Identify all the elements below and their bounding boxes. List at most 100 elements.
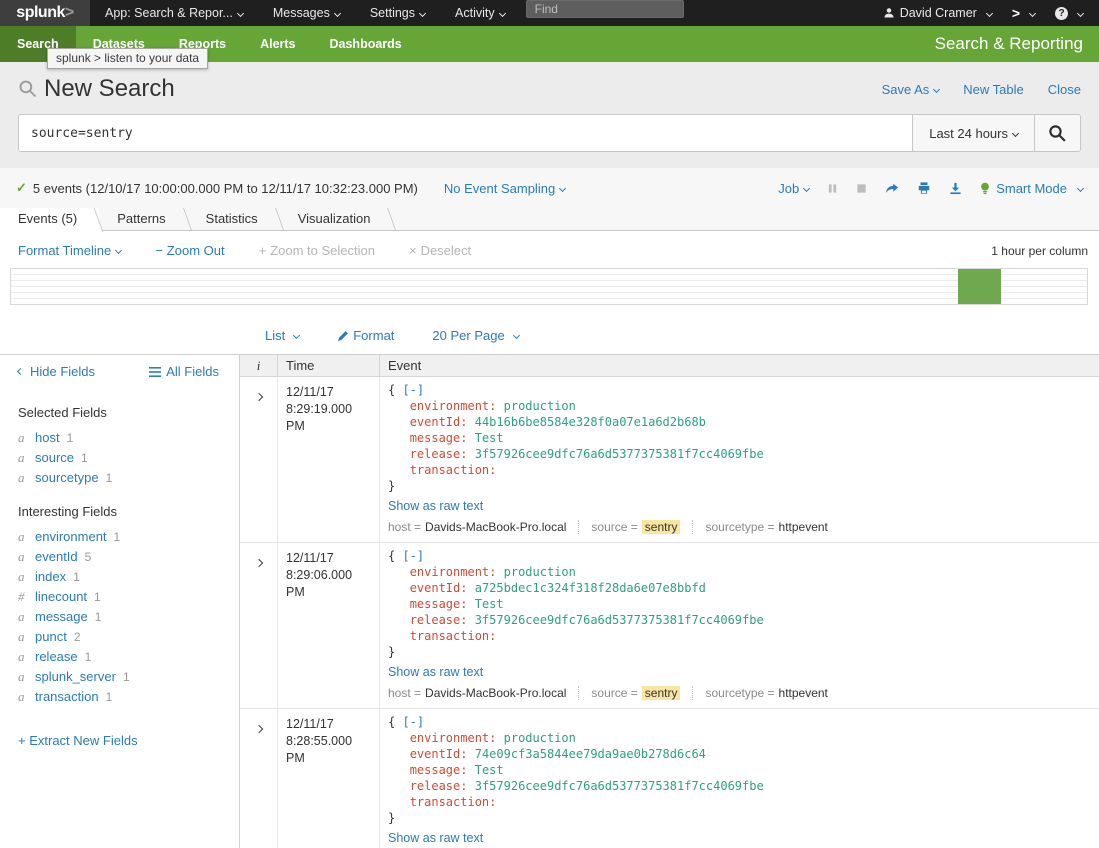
results-toolbar: List Format 20 Per Page [0, 319, 1099, 354]
show-raw-text-link[interactable]: Show as raw text [388, 499, 483, 513]
field-link-punct[interactable]: punct [35, 627, 67, 647]
tab-visualization[interactable]: Visualization [280, 208, 393, 230]
search-header: New Search Save As New Table Close Last … [0, 62, 1099, 168]
hide-fields-button[interactable]: Hide Fields [18, 364, 95, 379]
json-value: Test [475, 597, 504, 611]
user-icon [883, 7, 895, 19]
job-status-bar: ✓ 5 events (12/10/17 10:00:00.000 PM to … [0, 168, 1099, 208]
nav-item-alerts[interactable]: Alerts [243, 26, 312, 62]
per-page-menu[interactable]: 20 Per Page [432, 328, 518, 343]
json-open-brace: { [388, 715, 402, 729]
job-menu[interactable]: Job [778, 181, 809, 196]
topbar-menu-activity[interactable]: Activity [440, 6, 520, 20]
field-link-linecount[interactable]: linecount [35, 587, 87, 607]
find-input[interactable] [526, 0, 684, 18]
expand-event-icon[interactable] [254, 559, 262, 567]
stop-icon[interactable] [856, 183, 867, 194]
field-link-message[interactable]: message [35, 607, 88, 627]
field-link-transaction[interactable]: transaction [35, 687, 99, 707]
events-table: i Time Event 12/11/178:29:19.000 PM{ [-]… [240, 355, 1099, 848]
selected-fields-list: ahost1asource1asourcetype1 [18, 428, 239, 488]
event-cell: { [-] environment: production eventId: 4… [380, 377, 1099, 542]
zoom-out-button[interactable]: −Zoom Out [155, 243, 224, 258]
format-timeline-menu[interactable]: Format Timeline [18, 243, 121, 258]
extract-new-fields-link[interactable]: + Extract New Fields [18, 733, 138, 748]
field-link-sourcetype[interactable]: sourcetype [35, 468, 99, 488]
tab-statistics[interactable]: Statistics [188, 208, 280, 230]
topbar-menu-messages[interactable]: Messages [258, 6, 355, 20]
field-link-source[interactable]: source [35, 448, 74, 468]
all-fields-button[interactable]: All Fields [149, 364, 219, 379]
event-clock: 8:29:06.000 PM [286, 567, 371, 601]
topbar-menu-settings[interactable]: Settings [355, 6, 440, 20]
deselect-button[interactable]: ×Deselect [409, 243, 471, 258]
share-icon[interactable] [885, 182, 899, 195]
time-range-picker[interactable]: Last 24 hours [912, 115, 1034, 151]
json-value: a725bdec1c324f318f28da6e07e8bbfd [475, 581, 706, 595]
search-submit-button[interactable] [1034, 115, 1080, 151]
search-mode-menu[interactable]: Smart Mode [980, 181, 1083, 196]
tab-patterns[interactable]: Patterns [99, 208, 187, 230]
meta-source-value[interactable]: sentry [642, 686, 681, 700]
pause-icon[interactable] [827, 183, 838, 194]
field-link-host[interactable]: host [35, 428, 60, 448]
event-time: 12/11/178:28:55.000 PM [278, 709, 380, 848]
print-icon[interactable] [917, 182, 931, 195]
timeline-chart[interactable] [10, 268, 1088, 305]
field-row-host: ahost1 [18, 428, 239, 448]
user-menu[interactable]: David Cramer [883, 6, 992, 20]
field-link-splunk_server[interactable]: splunk_server [35, 667, 116, 687]
chevron-down-icon [237, 9, 244, 16]
tab-events-5[interactable]: Events (5) [0, 208, 99, 232]
nav-tooltip: splunk > listen to your data [47, 48, 208, 69]
topbar-menu-app-search-repor[interactable]: App: Search & Repor... [90, 6, 258, 20]
meta-host: host =Davids-MacBook-Pro.local [388, 520, 566, 534]
download-icon[interactable] [949, 182, 962, 195]
plus-icon: + [259, 243, 267, 258]
field-link-release[interactable]: release [35, 647, 78, 667]
json-key: message: [410, 597, 468, 611]
meta-host-value[interactable]: Davids-MacBook-Pro.local [425, 520, 566, 534]
help-menu[interactable]: ? [1055, 7, 1083, 20]
collapse-json-link[interactable]: [-] [402, 549, 424, 563]
json-value: 44b16b6be8584e328f0a07e1a6d2b68b [475, 415, 706, 429]
collapse-json-link[interactable]: [-] [402, 383, 424, 397]
splunk-arrow-menu[interactable]: > [1012, 5, 1035, 21]
event-time: 12/11/178:29:19.000 PM [278, 377, 380, 542]
json-close-brace: } [388, 810, 1091, 826]
field-link-index[interactable]: index [35, 567, 66, 587]
nav-item-dashboards[interactable]: Dashboards [313, 26, 419, 62]
meta-sourcetype-value[interactable]: httpevent [779, 686, 828, 700]
close-button[interactable]: Close [1048, 82, 1081, 97]
field-link-environment[interactable]: environment [35, 527, 107, 547]
splunk-logo[interactable]: splunk> [0, 0, 90, 26]
user-name: David Cramer [900, 6, 977, 20]
meta-host-value[interactable]: Davids-MacBook-Pro.local [425, 686, 566, 700]
show-raw-text-link[interactable]: Show as raw text [388, 665, 483, 679]
expand-event-icon[interactable] [254, 393, 262, 401]
show-raw-text-link[interactable]: Show as raw text [388, 831, 483, 845]
list-view-menu[interactable]: List [265, 328, 299, 343]
help-icon: ? [1055, 7, 1068, 20]
splunk-app: splunk> App: Search & Repor...MessagesSe… [0, 0, 1099, 848]
collapse-json-link[interactable]: [-] [402, 715, 424, 729]
zoom-to-selection-button[interactable]: +Zoom to Selection [259, 243, 375, 258]
event-sampling-menu[interactable]: No Event Sampling [444, 181, 565, 196]
chevron-down-icon [499, 9, 506, 16]
json-value: 74e09cf3a5844ee79da9ae0b278d6c64 [475, 747, 706, 761]
new-table-button[interactable]: New Table [963, 82, 1023, 97]
string-field-icon: a [18, 468, 28, 488]
topbar-right: David Cramer > ? [883, 0, 1099, 26]
event-row: 12/11/178:28:55.000 PM { [-] environment:… [240, 709, 1099, 848]
json-key: environment: [410, 731, 497, 745]
format-menu[interactable]: Format [337, 328, 394, 343]
save-as-button[interactable]: Save As [882, 82, 940, 97]
timeline-bar[interactable] [958, 269, 1001, 304]
expand-event-icon[interactable] [254, 725, 262, 733]
meta-source-value[interactable]: sentry [642, 520, 681, 534]
field-count: 1 [114, 527, 121, 547]
search-query-input[interactable] [19, 115, 912, 151]
json-key: transaction: [410, 463, 497, 477]
field-link-eventId[interactable]: eventId [35, 547, 78, 567]
meta-sourcetype-value[interactable]: httpevent [779, 520, 828, 534]
